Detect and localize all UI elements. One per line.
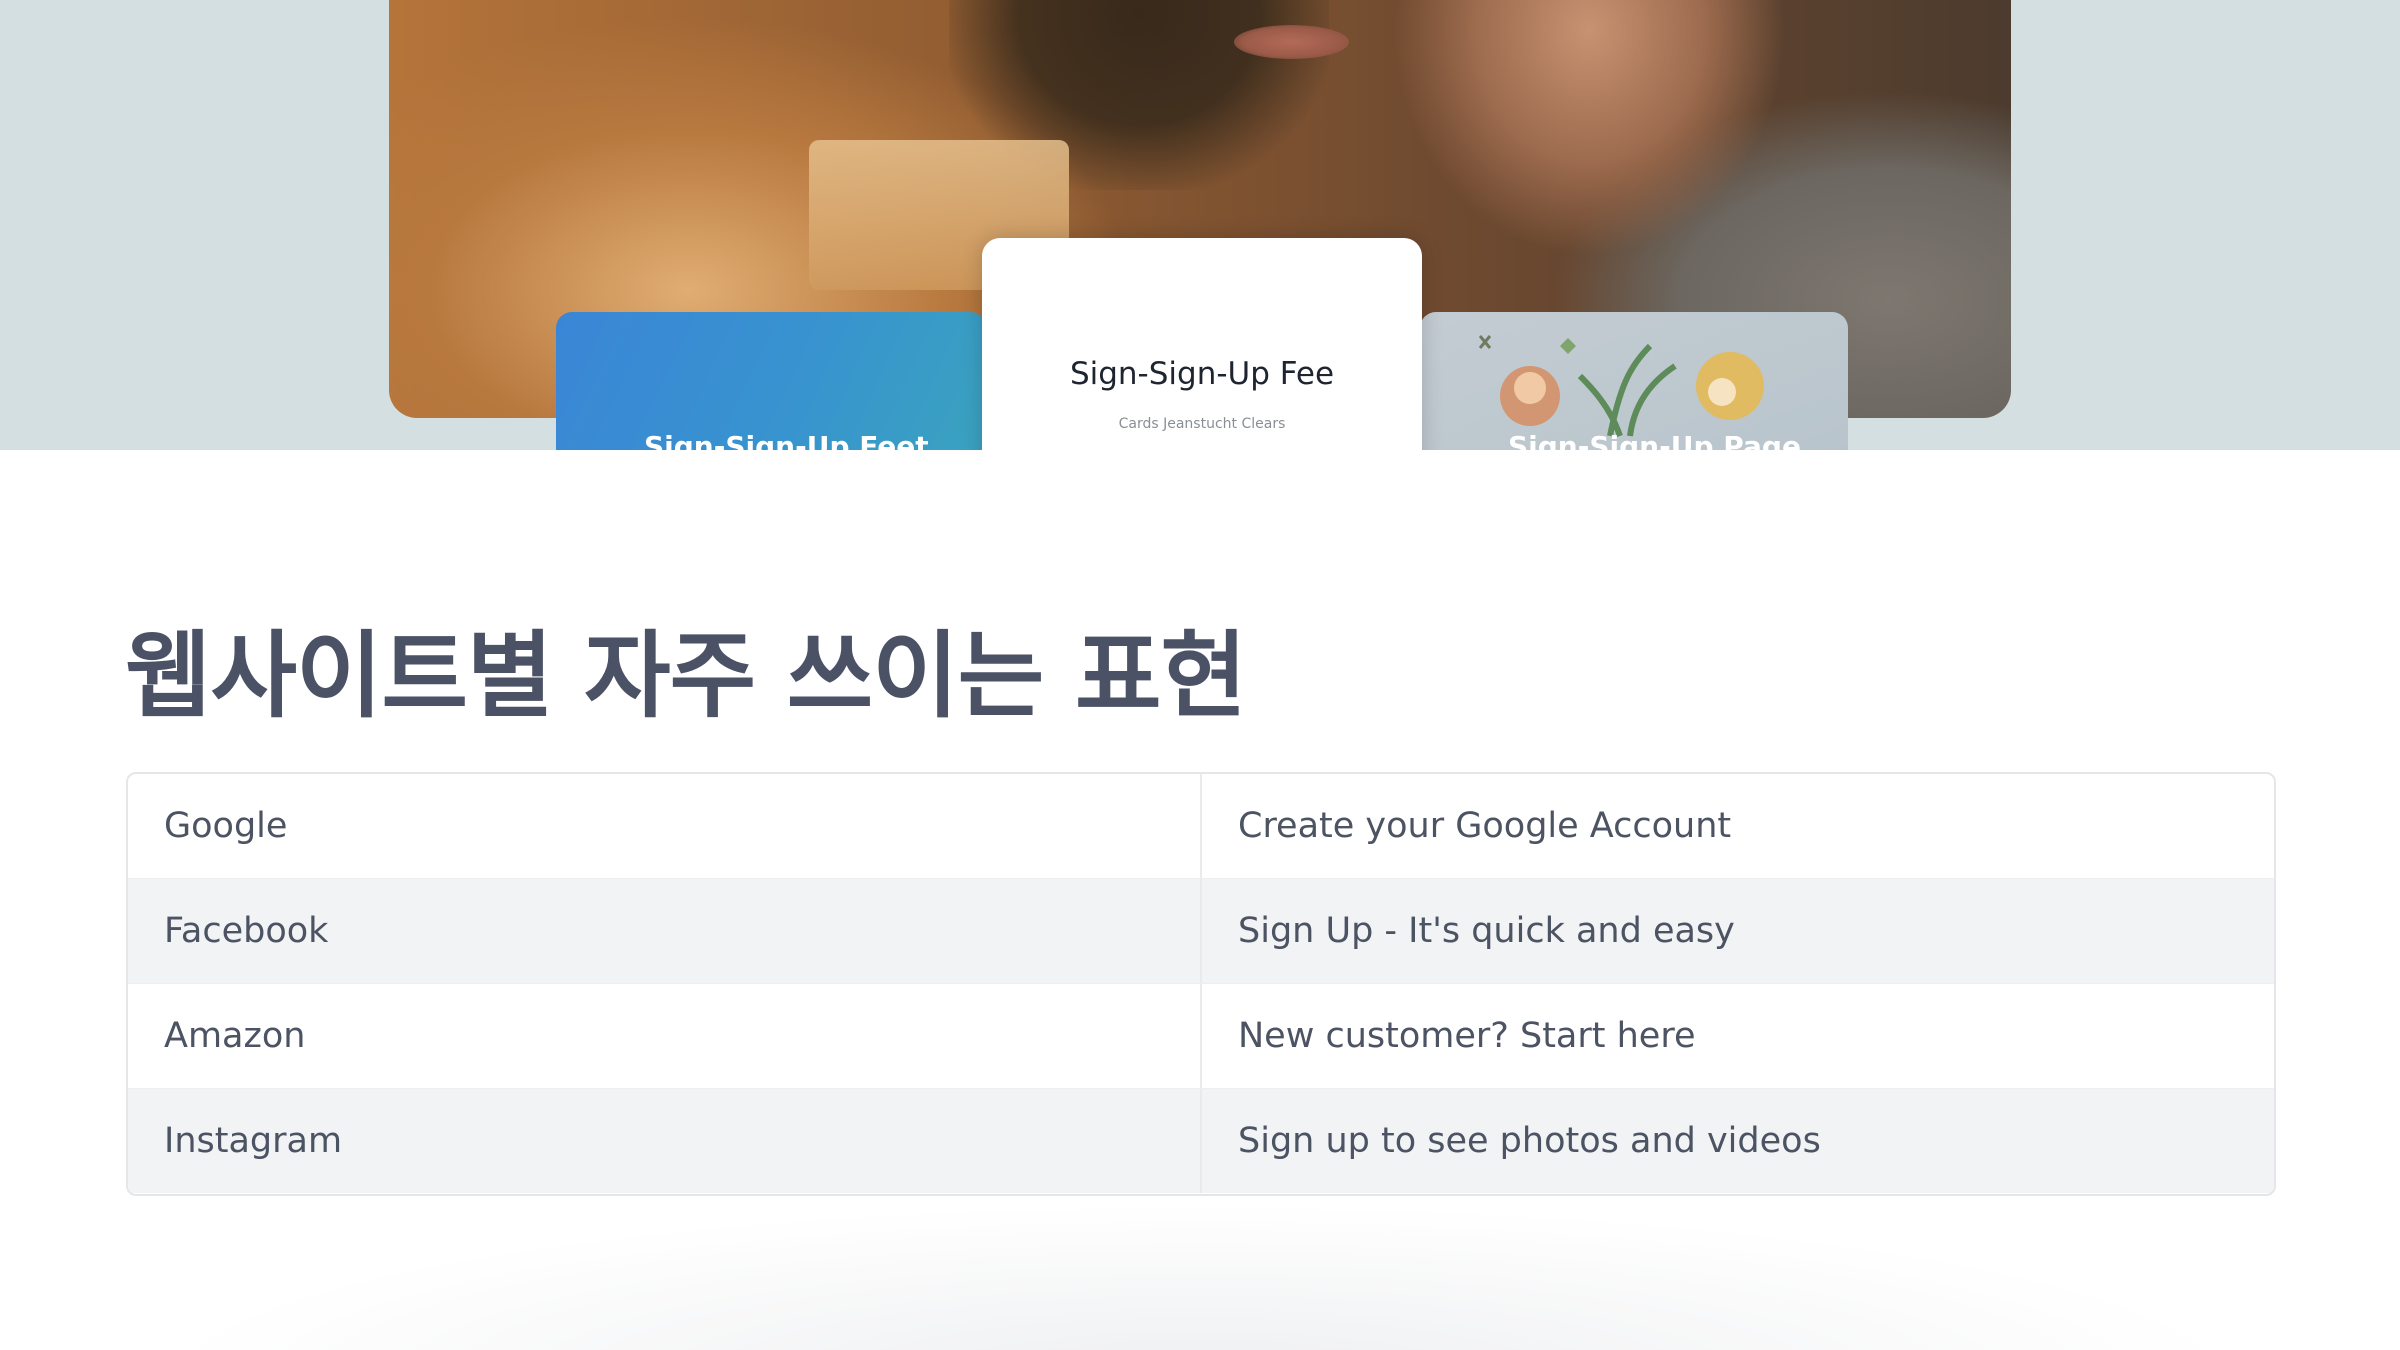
table-row: Facebook Sign Up - It's quick and easy bbox=[128, 878, 2274, 983]
signup-card-center: Sign-Sign-Up Fee Cards Jeanstucht Clears bbox=[982, 238, 1422, 450]
signup-card-right: Sign-Sign-Up Page bbox=[1420, 312, 1848, 450]
card-center-subtitle: Cards Jeanstucht Clears bbox=[1118, 416, 1286, 432]
site-cell: Google bbox=[164, 806, 288, 846]
bottom-fade bbox=[0, 1200, 2400, 1350]
site-cell: Facebook bbox=[164, 911, 329, 951]
doodle-illustration bbox=[1478, 335, 1764, 437]
phrase-cell: Sign up to see photos and videos bbox=[1200, 1089, 2274, 1193]
card-left-label: Sign-Sign-Up Feet bbox=[644, 430, 929, 450]
section-heading: 웹사이트별 자주 쓰이는 표현 bbox=[125, 622, 1247, 731]
card-center-title: Sign-Sign-Up Fee bbox=[1069, 356, 1335, 392]
table-row: Google Create your Google Account bbox=[128, 774, 2274, 878]
table-row: Amazon New customer? Start here bbox=[128, 983, 2274, 1088]
site-cell: Amazon bbox=[164, 1016, 306, 1056]
site-cell: Instagram bbox=[164, 1121, 343, 1161]
phrase-cell: New customer? Start here bbox=[1200, 984, 2274, 1088]
phrase-cell: Create your Google Account bbox=[1200, 774, 2274, 878]
phrases-table: Google Create your Google Account Facebo… bbox=[126, 772, 2276, 1196]
table-row: Instagram Sign up to see photos and vide… bbox=[128, 1088, 2274, 1193]
face-detail bbox=[1234, 25, 1349, 59]
card-right-label: Sign-Sign-Up Page bbox=[1508, 430, 1801, 450]
phrase-cell: Sign Up - It's quick and easy bbox=[1200, 879, 2274, 983]
hero-banner: Sign-Sign-Up Feet Sign-Sign-Up Page Sign… bbox=[0, 0, 2400, 450]
signup-card-left: Sign-Sign-Up Feet bbox=[556, 312, 986, 450]
